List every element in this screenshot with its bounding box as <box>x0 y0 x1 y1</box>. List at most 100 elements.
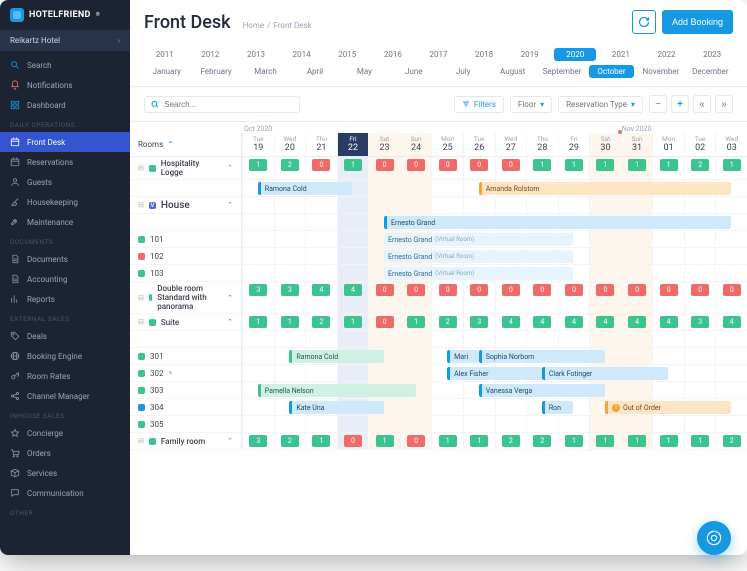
cell[interactable]: 1 <box>621 157 653 179</box>
cell[interactable] <box>715 331 747 347</box>
cell[interactable]: 1 <box>621 433 653 449</box>
day-03[interactable]: Wed03 <box>715 133 747 156</box>
cell[interactable] <box>337 416 369 432</box>
cell[interactable] <box>274 331 306 347</box>
day-28[interactable]: Thu28 <box>526 133 558 156</box>
rooms-column-header[interactable]: Rooms ⌃ <box>130 133 242 156</box>
filters-button[interactable]: Filters <box>454 96 504 113</box>
cell[interactable] <box>463 399 495 415</box>
cell[interactable] <box>526 331 558 347</box>
cell[interactable] <box>715 382 747 398</box>
nav-item-concierge[interactable]: Concierge <box>0 423 130 443</box>
cell[interactable] <box>242 348 274 364</box>
cell[interactable]: 0 <box>463 282 495 313</box>
booking-bar[interactable]: Amanda Rolstom <box>479 182 732 195</box>
cell[interactable]: 1 <box>274 314 306 330</box>
month-april[interactable]: April <box>292 65 337 78</box>
next-button[interactable]: » <box>715 95 733 113</box>
cell[interactable] <box>242 416 274 432</box>
nav-item-reports[interactable]: Reports <box>0 289 130 309</box>
cell[interactable]: 1 <box>242 157 274 179</box>
cell[interactable] <box>242 248 274 264</box>
cell[interactable]: 0 <box>305 157 337 179</box>
cell[interactable] <box>715 231 747 247</box>
booking-bar[interactable]: Ernesto Grand(Virtual Room) <box>384 250 573 263</box>
year-2017[interactable]: 2017 <box>418 48 460 61</box>
cell[interactable] <box>684 348 716 364</box>
cell[interactable] <box>431 197 463 213</box>
day-21[interactable]: Thu21 <box>305 133 337 156</box>
cell[interactable]: 1 <box>558 157 590 179</box>
month-october[interactable]: October <box>589 65 634 78</box>
day-20[interactable]: Wed20 <box>274 133 306 156</box>
cell[interactable]: 4 <box>495 314 527 330</box>
cell[interactable]: 0 <box>368 157 400 179</box>
booking-bar[interactable]: Alex Fisher <box>447 367 542 380</box>
nav-item-notifications[interactable]: Notifications <box>0 75 130 95</box>
cell[interactable] <box>715 197 747 213</box>
cell[interactable]: 2 <box>715 433 747 449</box>
cell[interactable] <box>274 265 306 281</box>
cell[interactable] <box>274 416 306 432</box>
cell[interactable] <box>274 365 306 381</box>
day-02[interactable]: Tue02 <box>684 133 716 156</box>
cell[interactable] <box>684 231 716 247</box>
cell[interactable] <box>337 265 369 281</box>
cell[interactable] <box>684 265 716 281</box>
cell[interactable] <box>652 265 684 281</box>
nav-item-room-rates[interactable]: Room Rates <box>0 366 130 386</box>
cell[interactable]: 1 <box>589 157 621 179</box>
month-march[interactable]: March <box>243 65 288 78</box>
cell[interactable]: 0 <box>337 433 369 449</box>
year-2023[interactable]: 2023 <box>691 48 733 61</box>
month-november[interactable]: November <box>638 65 683 78</box>
day-27[interactable]: Wed27 <box>495 133 527 156</box>
day-26[interactable]: Tue26 <box>463 133 495 156</box>
cell[interactable] <box>526 197 558 213</box>
category-header[interactable]: ⊟Hospitality Logge⌃ <box>130 157 242 179</box>
booking-bar[interactable]: Mari <box>447 350 479 363</box>
year-2011[interactable]: 2011 <box>144 48 186 61</box>
cell[interactable] <box>652 331 684 347</box>
cell[interactable] <box>715 365 747 381</box>
cell[interactable]: 1 <box>242 314 274 330</box>
cell[interactable]: 2 <box>274 157 306 179</box>
cell[interactable] <box>621 248 653 264</box>
hotel-selector[interactable]: Reikartz Hotel › <box>0 30 130 51</box>
cell[interactable] <box>400 399 432 415</box>
cell[interactable] <box>400 348 432 364</box>
cell[interactable] <box>463 331 495 347</box>
cell[interactable] <box>558 197 590 213</box>
cell[interactable] <box>305 197 337 213</box>
year-2014[interactable]: 2014 <box>281 48 323 61</box>
cell[interactable]: 4 <box>337 282 369 313</box>
cell[interactable]: 0 <box>431 282 463 313</box>
cell[interactable] <box>715 416 747 432</box>
cell[interactable]: 4 <box>305 282 337 313</box>
cell[interactable] <box>715 348 747 364</box>
cell[interactable] <box>715 265 747 281</box>
cell[interactable] <box>495 416 527 432</box>
booking-bar[interactable]: Pamella Nelson- - - <box>258 384 416 397</box>
booking-bar[interactable]: Vanessa Verga <box>479 384 605 397</box>
cell[interactable]: 0 <box>495 157 527 179</box>
cell[interactable]: 1 <box>463 433 495 449</box>
cell[interactable] <box>652 382 684 398</box>
year-2013[interactable]: 2013 <box>235 48 277 61</box>
cell[interactable] <box>495 399 527 415</box>
cell[interactable]: 0 <box>400 282 432 313</box>
cell[interactable] <box>526 416 558 432</box>
nav-item-channel-manager[interactable]: Channel Manager <box>0 386 130 406</box>
cell[interactable] <box>274 248 306 264</box>
cell[interactable]: 1 <box>526 157 558 179</box>
cell[interactable] <box>274 231 306 247</box>
cell[interactable] <box>589 331 621 347</box>
cell[interactable] <box>621 231 653 247</box>
floor-select[interactable]: Floor ▾ <box>510 96 552 113</box>
cell[interactable] <box>368 365 400 381</box>
cell[interactable]: 0 <box>495 282 527 313</box>
cell[interactable] <box>400 365 432 381</box>
day-30[interactable]: Sat30 <box>589 133 621 156</box>
category-header[interactable]: ⊟Suite⌃ <box>130 314 242 330</box>
cell[interactable] <box>242 331 274 347</box>
